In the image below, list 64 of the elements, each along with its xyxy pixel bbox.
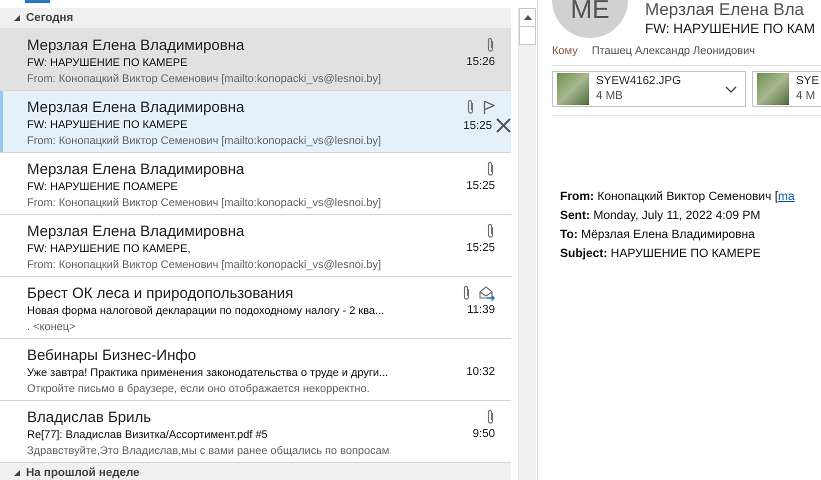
- message-item[interactable]: Мерзлая Елена Владимировна FW: НАРУШЕНИЕ ПО КАМЕРЕ, From: Конопацкий Виктор Семенович [mailto:konopacki_vs@lesnoi.by] 15:25: [0, 215, 511, 277]
- attachment-card[interactable]: SYE 4 M: [752, 71, 821, 107]
- tab-indicator: [25, 0, 50, 3]
- message-item[interactable]: Мерзлая Елена Владимировна FW: НАРУШЕНИЕ ПО КАМЕРЕ From: Конопацкий Виктор Семенович [mailto:konopacki_vs@lesnoi.by] 15:25: [0, 91, 511, 153]
- message-item[interactable]: Мерзлая Елена Владимировна FW: НАРУШЕНИЕ ПОАМЕРЕ From: Конопацкий Виктор Семенович [mailto:konopacki_vs@lesnoi.by] 15:25: [0, 153, 511, 215]
- avatar-circle: ME: [552, 0, 628, 38]
- header-line: To: Мёрзлая Елена Владимировна: [560, 226, 756, 243]
- message-time: 11:39: [467, 304, 496, 316]
- to-label: Кому: [552, 45, 578, 57]
- attachment-size: 4 MB: [596, 89, 624, 104]
- recipient-name[interactable]: Пташец Александр Леонидович: [592, 45, 755, 57]
- message-time: 15:25: [463, 120, 492, 132]
- message-subject: FW: НАРУШЕНИЕ ПО КАМЕРЕ: [27, 56, 188, 71]
- group-label: На прошлой неделе: [26, 467, 140, 479]
- header-line: Sent: Monday, July 11, 2022 4:09 PM: [560, 207, 762, 224]
- message-subject: FW: НАРУШЕНИЕ ПОАМЕРЕ: [27, 180, 179, 195]
- message-subject: FW: НАРУШЕНИЕ ПО КАМЕРЕ: [27, 118, 188, 133]
- message-preview: From: Конопацкий Виктор Семенович [mailto:konopacki_vs@lesnoi.by]: [27, 72, 382, 87]
- message-preview: From: Конопацкий Виктор Семенович [mailto:konopacki_vs@lesnoi.by]: [27, 196, 382, 211]
- attachment-name: SYE: [796, 74, 820, 89]
- attachment-name: SYEW4162.JPG: [596, 74, 682, 89]
- flag-icon[interactable]: [483, 100, 495, 114]
- message-item[interactable]: Брест ОК леса и природопользования Новая форма налоговой декларации по подоходному налогу - 2 ква... . <конец> 11:39: [0, 277, 511, 339]
- message-subject: Новая форма налоговой декларации по подоходному налогу - 2 ква...: [27, 304, 386, 319]
- photo-placeholder: [757, 73, 789, 105]
- sender-name: Мерзлая Елена Вла: [645, 0, 805, 20]
- header-line: From: Конопацкий Виктор Семенович [ma: [560, 188, 796, 205]
- sender-name: Вебинары Бизнес-Инфо: [27, 347, 198, 365]
- message-subject: FW: НАРУШЕНИЕ ПО КАМ: [645, 20, 815, 38]
- message-item[interactable]: Вебинары Бизнес-Инфо Уже завтра! Практика применения законодательства о труде и други... Откройте письмо в браузере, если оно отображается некорректно. 10:32: [0, 339, 511, 401]
- message-subject: Re[77]: Владислав Визитка/Ассортимент.pdf #5: [27, 428, 269, 443]
- message-preview: From: Конопацкий Виктор Семенович [mailto:konopacki_vs@lesnoi.by]: [27, 134, 382, 149]
- message-preview: Откройте письмо в браузере, если оно отображается некорректно.: [27, 382, 371, 397]
- chevron-down-icon[interactable]: [725, 86, 737, 92]
- sender-name: Мерзлая Елена Владимировна: [27, 161, 246, 179]
- message-item[interactable]: Мерзлая Елена Владимировна FW: НАРУШЕНИЕ ПО КАМЕРЕ From: Конопацкий Виктор Семенович [mailto:konopacki_vs@lesnoi.by] 15:26: [0, 29, 511, 91]
- message-time: 10:32: [466, 366, 496, 378]
- group-header[interactable]: На прошлой неделе: [0, 463, 511, 480]
- message-preview: From: Конопацкий Виктор Семенович [mailto:konopacki_vs@lesnoi.by]: [27, 258, 382, 273]
- message-preview: Здравствуйте,Это Владислав,мы с вами ранее общались по вопросам: [27, 444, 390, 459]
- message-preview: . <конец>: [27, 320, 77, 335]
- message-time: 15:26: [466, 56, 496, 68]
- message-subject: FW: НАРУШЕНИЕ ПО КАМЕРЕ,: [27, 242, 192, 257]
- scrollbar-thumb[interactable]: [519, 27, 536, 45]
- attachment-card[interactable]: SYEW4162.JPG 4 MB: [552, 71, 746, 107]
- expander-icon[interactable]: [14, 15, 20, 21]
- sender-name: Мерзлая Елена Владимировна: [27, 37, 246, 55]
- scrollbar[interactable]: [518, 8, 536, 480]
- sender-name: Мерзлая Елена Владимировна: [27, 223, 246, 241]
- message-subject: Уже завтра! Практика применения законодательства о труде и други...: [27, 366, 390, 381]
- sender-name: Мерзлая Елена Владимировна: [27, 99, 246, 117]
- attachment-size: 4 M: [796, 89, 816, 104]
- message-time: 15:25: [466, 180, 496, 192]
- expander-icon[interactable]: [14, 470, 20, 476]
- group-header[interactable]: Сегодня: [0, 8, 511, 29]
- group-label: Сегодня: [26, 12, 74, 24]
- sender-name: Владислав Бриль: [27, 409, 152, 427]
- delete-icon[interactable]: [496, 118, 511, 133]
- header-line: Subject: НАРУШЕНИЕ ПО КАМЕРЕ: [560, 245, 762, 262]
- email-link[interactable]: ma: [778, 189, 795, 203]
- message-time: 15:25: [466, 242, 496, 254]
- sender-name: Брест ОК леса и природопользования: [27, 285, 294, 303]
- photo-placeholder: [557, 73, 589, 105]
- message-time: 9:50: [472, 428, 496, 440]
